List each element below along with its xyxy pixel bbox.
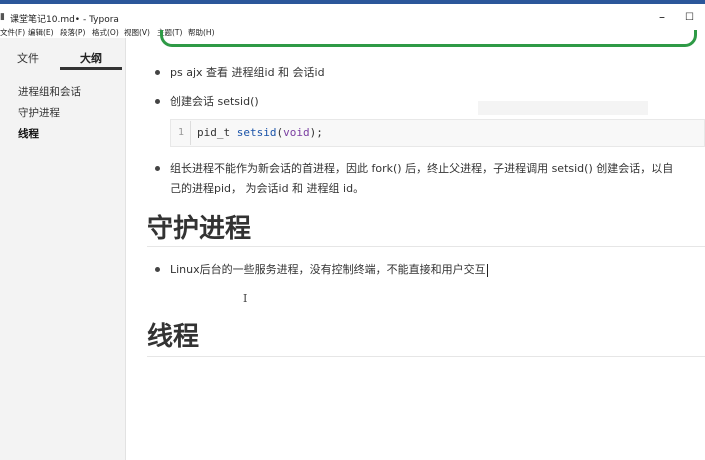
- typora-app-icon: ▮: [0, 12, 5, 22]
- sidebar: [0, 38, 126, 460]
- code-type: pid_t: [197, 126, 231, 139]
- code-function: setsid: [236, 126, 277, 139]
- outline-item-daemon[interactable]: 守护进程: [18, 105, 60, 120]
- heading-daemon: 守护进程: [147, 214, 252, 244]
- menu-format[interactable]: 格式(O): [92, 27, 119, 38]
- daemon-text: Linux后台的一些服务进程，没有控制终端，不能直接和用户交互: [170, 263, 486, 276]
- menu-file[interactable]: 文件(F): [0, 27, 25, 38]
- code-line[interactable]: pid_t setsid(void);: [197, 126, 323, 139]
- bullet-text-daemon[interactable]: Linux后台的一些服务进程，没有控制终端，不能直接和用户交互: [170, 261, 488, 277]
- maximize-button[interactable]: ☐: [685, 11, 694, 25]
- menu-view[interactable]: 视图(V): [124, 27, 150, 38]
- menu-paragraph[interactable]: 段落(P): [60, 27, 85, 38]
- active-tab-indicator: [60, 67, 122, 70]
- bullet-text-leader-line2: 己的进程pid， 为会话id 和 进程组 id。: [170, 182, 365, 195]
- bullet-text-leader-line1: 组长进程不能作为新会话的首进程，因此 fork() 后，终止父进程，子进程调用 …: [170, 162, 674, 175]
- tab-files[interactable]: 文件: [17, 50, 39, 66]
- bullet-dot: [155, 166, 160, 171]
- bullet-dot: [155, 70, 160, 75]
- heading-rule: [147, 246, 705, 247]
- bullet-text-ps-ajx: ps ajx 查看 进程组id 和 会话id: [170, 66, 325, 79]
- outline-item-thread[interactable]: 线程: [18, 126, 39, 141]
- heading-rule: [147, 356, 705, 357]
- bullet-dot: [155, 267, 160, 272]
- blurred-watermark: [478, 101, 648, 115]
- text-caret: [486, 263, 488, 277]
- bullet-text-setsid: 创建会话 setsid(): [170, 95, 259, 108]
- previous-block-border: [160, 30, 697, 47]
- title-bar: ▮ 课堂笔记10.md• - Typora – ☐: [0, 4, 705, 25]
- heading-thread: 线程: [147, 322, 200, 352]
- tab-outline[interactable]: 大纲: [80, 50, 102, 66]
- code-gutter-divider: [190, 121, 191, 145]
- minimize-button[interactable]: –: [659, 10, 665, 24]
- outline-item-process-group[interactable]: 进程组和会话: [18, 84, 81, 99]
- menu-edit[interactable]: 编辑(E): [28, 27, 54, 38]
- ibeam-cursor-icon: I: [243, 292, 248, 305]
- code-line-number: 1: [178, 127, 185, 138]
- code-tail: );: [309, 126, 323, 139]
- code-arg: void: [283, 126, 310, 139]
- bullet-dot: [155, 99, 160, 104]
